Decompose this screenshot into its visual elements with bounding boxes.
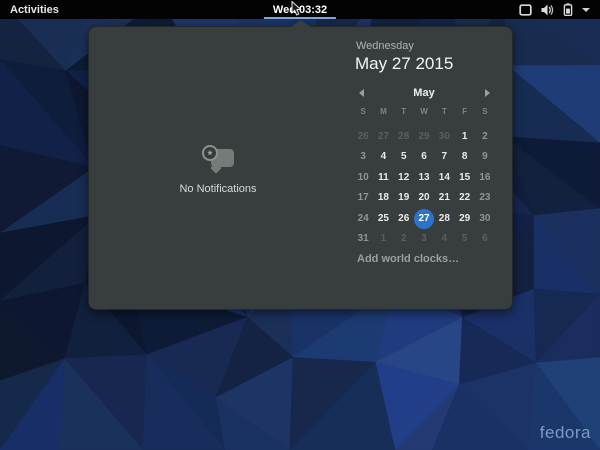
next-month-button[interactable] <box>479 85 495 100</box>
month-navigation: May <box>353 85 495 100</box>
display-icon <box>519 4 532 16</box>
calendar-day[interactable]: 30 <box>434 127 454 147</box>
calendar-dropdown-panel: * No Notifications Wednesday May 27 2015… <box>88 26 513 310</box>
calendar-day[interactable]: 8 <box>454 147 474 167</box>
calendar-day[interactable]: 27 <box>373 127 393 147</box>
calendar-day-selected[interactable]: 27 <box>414 209 434 229</box>
calendar-day[interactable]: 7 <box>434 147 454 167</box>
calendar-day[interactable]: 28 <box>434 209 454 229</box>
calendar-day[interactable]: 5 <box>454 229 474 249</box>
calendar-day[interactable]: 4 <box>434 229 454 249</box>
caret-down-icon <box>582 8 590 12</box>
calendar-day[interactable]: 30 <box>475 209 495 229</box>
chevron-right-icon <box>485 89 490 97</box>
system-menu[interactable] <box>513 0 596 19</box>
no-notifications-label: No Notifications <box>179 183 256 195</box>
weekday-header: S <box>475 107 495 117</box>
calendar-day[interactable]: 23 <box>475 188 495 208</box>
calendar-day[interactable]: 10 <box>353 168 373 188</box>
battery-icon <box>563 3 573 16</box>
calendar-day[interactable]: 6 <box>475 229 495 249</box>
month-label: May <box>413 87 434 99</box>
weekday-header: M <box>373 107 393 117</box>
calendar-day[interactable]: 26 <box>353 127 373 147</box>
notification-area: * No Notifications <box>89 145 347 195</box>
add-world-clocks-button[interactable]: Add world clocks… <box>357 253 459 265</box>
calendar-day[interactable]: 9 <box>475 147 495 167</box>
mouse-cursor <box>291 1 303 22</box>
calendar-day[interactable]: 28 <box>394 127 414 147</box>
weekday-header-row: SMTWTFS <box>353 107 495 117</box>
calendar-day[interactable]: 5 <box>394 147 414 167</box>
calendar-day[interactable]: 1 <box>454 127 474 147</box>
calendar-day[interactable]: 17 <box>353 188 373 208</box>
calendar-day[interactable]: 6 <box>414 147 434 167</box>
calendar-day[interactable]: 29 <box>454 209 474 229</box>
calendar-day[interactable]: 2 <box>394 229 414 249</box>
weekday-header: T <box>434 107 454 117</box>
calendar-day[interactable]: 3 <box>414 229 434 249</box>
calendar-day[interactable]: 1 <box>373 229 393 249</box>
calendar-day[interactable]: 18 <box>373 188 393 208</box>
calendar-day[interactable]: 14 <box>434 168 454 188</box>
weekday-header: W <box>414 107 434 117</box>
calendar-day[interactable]: 11 <box>373 168 393 188</box>
calendar-day-grid: 2627282930123456789101112131415161718192… <box>353 127 495 249</box>
chevron-left-icon <box>359 89 364 97</box>
calendar-day[interactable]: 29 <box>414 127 434 147</box>
calendar-day[interactable]: 22 <box>454 188 474 208</box>
calendar-day[interactable]: 16 <box>475 168 495 188</box>
prev-month-button[interactable] <box>353 85 369 100</box>
calendar-day[interactable]: 12 <box>394 168 414 188</box>
calendar-day[interactable]: 20 <box>414 188 434 208</box>
weekday-label: Wednesday <box>356 40 414 52</box>
weekday-header: F <box>454 107 474 117</box>
desktop: fedora Activities Wed 03:32 * N <box>0 0 600 450</box>
calendar-day[interactable]: 4 <box>373 147 393 167</box>
activities-button[interactable]: Activities <box>0 0 69 19</box>
calendar-day[interactable]: 25 <box>373 209 393 229</box>
chat-bubble-asterisk-icon: * <box>200 145 236 176</box>
asterisk-badge-icon: * <box>202 145 218 161</box>
calendar-day[interactable]: 21 <box>434 188 454 208</box>
volume-icon <box>541 4 554 16</box>
weekday-header: T <box>394 107 414 117</box>
calendar-day[interactable]: 15 <box>454 168 474 188</box>
calendar-day[interactable]: 31 <box>353 229 373 249</box>
calendar-day[interactable]: 24 <box>353 209 373 229</box>
calendar-day[interactable]: 13 <box>414 168 434 188</box>
calendar-day[interactable]: 2 <box>475 127 495 147</box>
weekday-header: S <box>353 107 373 117</box>
calendar-day[interactable]: 3 <box>353 147 373 167</box>
calendar-section: Wednesday May 27 2015 May SMTWTFS 262728… <box>351 27 511 309</box>
calendar-day[interactable]: 26 <box>394 209 414 229</box>
full-date-label: May 27 2015 <box>355 54 453 74</box>
fedora-logo: fedora <box>540 423 591 443</box>
calendar-day[interactable]: 19 <box>394 188 414 208</box>
